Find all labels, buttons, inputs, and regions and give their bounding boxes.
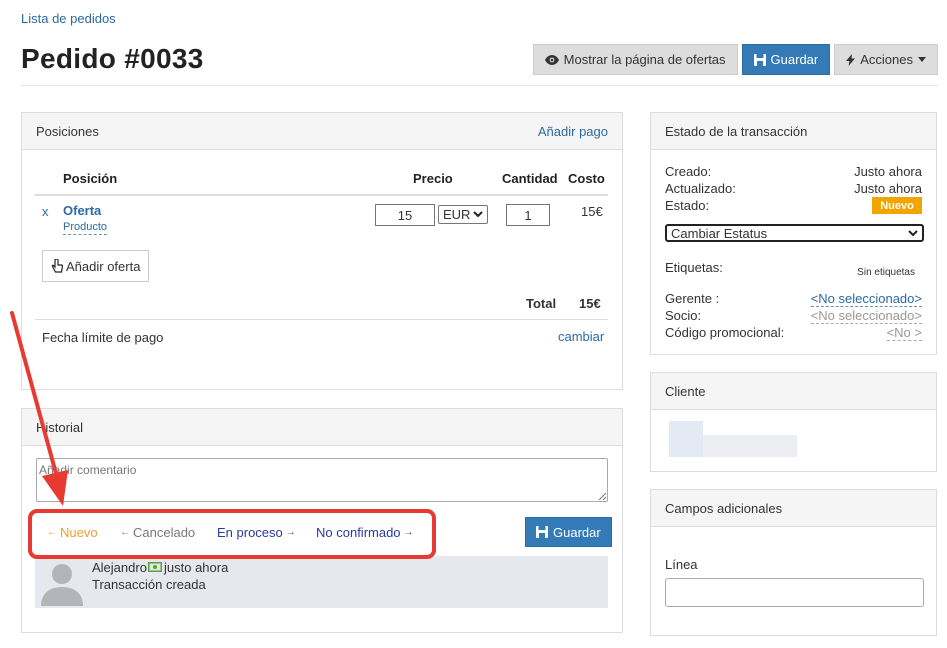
total-value: 15€ (579, 296, 601, 311)
entry-time: justo ahora (164, 560, 229, 575)
line-label: Línea (665, 557, 698, 572)
extra-fields-title: Campos adicionales (665, 500, 783, 516)
save-button[interactable]: Guardar (741, 44, 831, 75)
show-offers-label: Mostrar la página de ofertas (563, 52, 726, 67)
positions-panel-header: Posiciones Añadir pago (22, 113, 622, 150)
show-offers-button[interactable]: Mostrar la página de ofertas (532, 44, 738, 75)
save-label: Guardar (770, 52, 819, 67)
total-label: Total (526, 296, 557, 311)
client-panel-header: Cliente (651, 373, 936, 410)
transaction-panel-header: Estado de la transacción (651, 113, 936, 150)
due-date-change-link[interactable]: cambiar (558, 329, 604, 344)
remove-item-button[interactable]: x (42, 204, 49, 219)
positions-panel: Posiciones Añadir pago Posición Precio C… (21, 112, 623, 390)
history-panel-header: Historial (22, 409, 622, 446)
avatar-icon (41, 564, 83, 606)
page-title: Pedido #0033 (21, 43, 204, 74)
promo-select-link[interactable]: <No > (886, 325, 922, 341)
breadcrumb-orders-list[interactable]: Lista de pedidos (21, 11, 116, 26)
actions-label: Acciones (860, 52, 913, 67)
manager-select-link[interactable]: <No seleccionado> (810, 291, 922, 307)
promo-label: Código promocional: (665, 325, 785, 340)
resize-handle-icon[interactable] (598, 492, 606, 500)
item-cost: 15€ (581, 204, 603, 219)
history-save-button[interactable]: Guardar (525, 517, 612, 547)
add-offer-button[interactable]: Añadir oferta (42, 250, 150, 282)
col-position: Posición (63, 171, 118, 186)
header-divider (21, 85, 938, 86)
entry-text: Transacción creada (92, 577, 206, 592)
extra-fields-panel-header: Campos adicionales (651, 490, 936, 527)
partner-select-link[interactable]: <No seleccionado> (810, 308, 922, 324)
item-name-link[interactable]: Oferta (63, 203, 101, 218)
status-label: Estado: (665, 198, 710, 213)
client-panel: Cliente (650, 372, 937, 472)
partner-label: Socio: (665, 308, 702, 323)
hand-pointer-icon (51, 259, 63, 273)
history-entry: Alejandro justo ahora Transacción creada (35, 556, 608, 608)
currency-select[interactable]: EUR (438, 205, 488, 224)
positions-title: Posiciones (36, 123, 99, 139)
change-status-select[interactable]: Cambiar Estatus (665, 224, 924, 242)
col-quantity: Cantidad (502, 171, 558, 186)
change-status-value: Cambiar Estatus (671, 225, 768, 241)
add-payment-link[interactable]: Añadir pago (538, 124, 608, 139)
comment-textarea[interactable]: Añadir comentario (36, 458, 608, 502)
created-value: Justo ahora (854, 164, 922, 179)
table-header-divider (35, 194, 608, 196)
currency-value: EUR (443, 207, 471, 222)
quantity-input[interactable]: 1 (506, 204, 550, 226)
client-title: Cliente (665, 383, 706, 399)
manager-label: Gerente : (665, 291, 720, 306)
item-type-link[interactable]: Producto (63, 221, 108, 235)
updated-label: Actualizado: (665, 181, 736, 196)
tags-value: Sin etiquetas (857, 267, 915, 278)
annotation-arrow (10, 311, 68, 506)
money-icon (148, 562, 162, 572)
price-input[interactable]: 15 (375, 204, 435, 226)
client-info-redacted (669, 421, 797, 457)
entry-author: Alejandro (92, 560, 147, 575)
created-label: Creado: (665, 164, 712, 179)
history-save-label: Guardar (553, 524, 601, 540)
col-cost: Costo (568, 171, 605, 186)
bolt-icon (846, 53, 856, 66)
top-actions: Mostrar la página de ofertas Guardar Acc… (532, 44, 938, 75)
updated-value: Justo ahora (854, 181, 922, 196)
chevron-down-icon (473, 211, 483, 218)
eye-icon (544, 54, 559, 65)
status-badge: Nuevo (872, 197, 922, 214)
extra-fields-panel: Campos adicionales Línea (650, 489, 937, 636)
tags-label: Etiquetas: (665, 260, 723, 275)
col-price: Precio (413, 171, 453, 186)
actions-dropdown-button[interactable]: Acciones (834, 44, 938, 75)
floppy-icon (753, 53, 766, 66)
highlight-box (28, 509, 436, 559)
total-divider (35, 319, 608, 320)
transaction-title: Estado de la transacción (665, 123, 808, 139)
chevron-down-icon (908, 229, 918, 236)
line-input[interactable] (665, 578, 924, 607)
floppy-icon (536, 526, 548, 538)
transaction-panel: Estado de la transacción Creado: Justo a… (650, 112, 937, 355)
caret-down-icon (918, 57, 926, 62)
add-offer-label: Añadir oferta (66, 258, 141, 274)
